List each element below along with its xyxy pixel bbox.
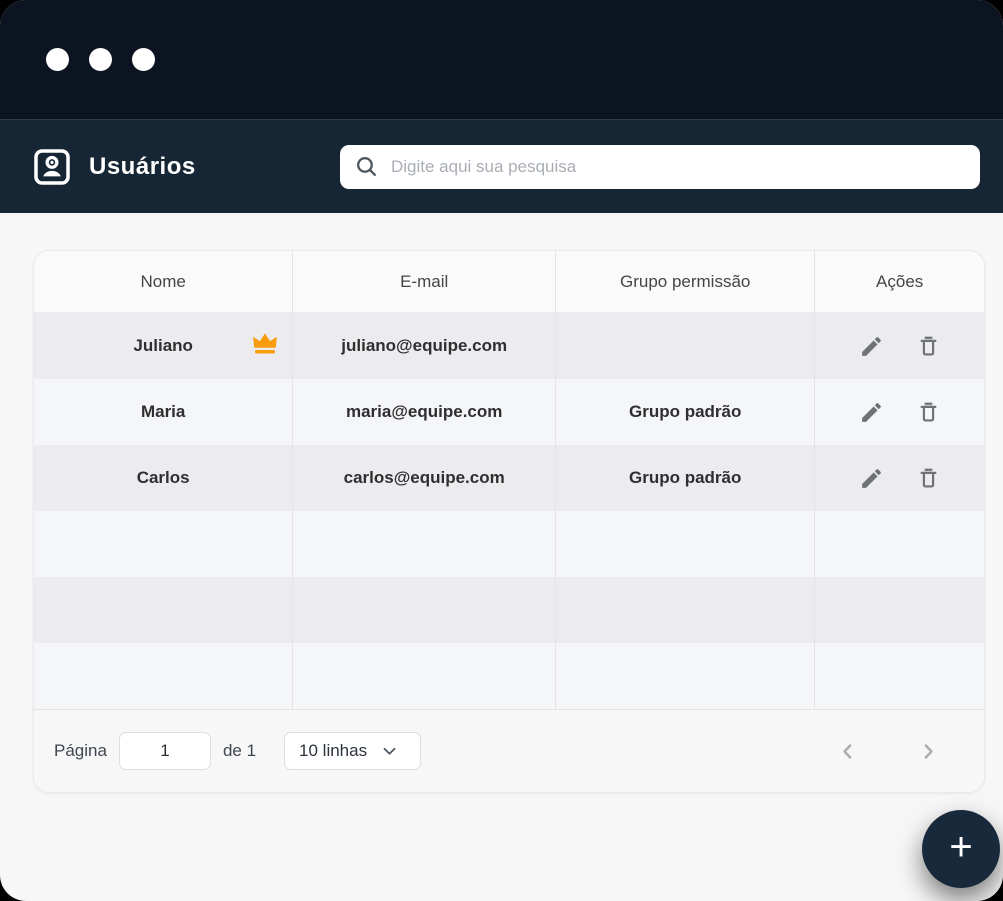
page-title: Usuários — [89, 153, 196, 181]
cell-empty — [815, 511, 984, 577]
cell-empty — [34, 577, 293, 643]
delete-button[interactable] — [916, 334, 941, 359]
cell-empty — [815, 577, 984, 643]
cell-empty — [293, 577, 556, 643]
user-name: Juliano — [133, 336, 193, 356]
table-row-empty — [34, 511, 984, 577]
table-footer: Página de 1 10 linhas — [34, 709, 984, 792]
cell-name: Maria — [34, 379, 293, 445]
cell-email: juliano@equipe.com — [293, 313, 556, 379]
edit-button[interactable] — [859, 466, 884, 491]
table-row: Juliano juliano@equipe.com — [34, 313, 984, 379]
cell-empty — [815, 643, 984, 709]
add-user-button[interactable]: + — [922, 810, 1000, 888]
window-control-dot[interactable] — [46, 48, 69, 71]
cell-name: Carlos — [34, 445, 293, 511]
app-window: Usuários Nome E-mail Grupo permissão Açõ… — [0, 0, 1003, 901]
admin-crown-icon — [251, 332, 279, 361]
rows-per-page-value: 10 linhas — [299, 741, 367, 761]
page-number-input[interactable] — [119, 732, 211, 770]
previous-page-button[interactable] — [836, 739, 859, 764]
cell-email: maria@equipe.com — [293, 379, 556, 445]
chevron-left-icon — [840, 743, 855, 760]
cell-name: Juliano — [34, 313, 293, 379]
search-icon — [354, 154, 379, 179]
cell-group — [556, 313, 815, 379]
table-row: Carlos carlos@equipe.com Grupo padrão — [34, 445, 984, 511]
app-header: Usuários — [0, 119, 1003, 213]
title-group: Usuários — [33, 148, 196, 186]
edit-button[interactable] — [859, 334, 884, 359]
column-header-grupo: Grupo permissão — [556, 251, 815, 313]
user-card-icon — [33, 148, 71, 186]
cell-actions — [815, 313, 984, 379]
window-control-dot[interactable] — [89, 48, 112, 71]
delete-button[interactable] — [916, 466, 941, 491]
cell-empty — [556, 643, 815, 709]
search-box[interactable] — [340, 145, 980, 189]
pager — [836, 739, 940, 764]
column-header-email: E-mail — [293, 251, 556, 313]
cell-group: Grupo padrão — [556, 445, 815, 511]
plus-icon: + — [949, 827, 972, 867]
column-header-nome: Nome — [34, 251, 293, 313]
next-page-button[interactable] — [917, 739, 940, 764]
table-row-empty — [34, 577, 984, 643]
cell-empty — [556, 511, 815, 577]
table-header-row: Nome E-mail Grupo permissão Ações — [34, 251, 984, 313]
delete-button[interactable] — [916, 400, 941, 425]
table-row-empty — [34, 643, 984, 709]
cell-empty — [556, 577, 815, 643]
cell-empty — [293, 643, 556, 709]
cell-group: Grupo padrão — [556, 379, 815, 445]
cell-actions — [815, 445, 984, 511]
cell-actions — [815, 379, 984, 445]
cell-empty — [293, 511, 556, 577]
column-header-acoes: Ações — [815, 251, 984, 313]
page-total-label: de 1 — [223, 741, 256, 761]
cell-empty — [34, 511, 293, 577]
page-label: Página — [54, 741, 107, 761]
chevron-right-icon — [921, 743, 936, 760]
users-table-card: Nome E-mail Grupo permissão Ações Julian… — [33, 250, 985, 793]
cell-email: carlos@equipe.com — [293, 445, 556, 511]
window-control-dot[interactable] — [132, 48, 155, 71]
search-input[interactable] — [391, 157, 966, 177]
rows-per-page-select[interactable]: 10 linhas — [284, 732, 421, 770]
chevron-down-icon — [383, 747, 396, 756]
window-titlebar — [0, 0, 1003, 119]
edit-button[interactable] — [859, 400, 884, 425]
table-row: Maria maria@equipe.com Grupo padrão — [34, 379, 984, 445]
cell-empty — [34, 643, 293, 709]
content-area: Nome E-mail Grupo permissão Ações Julian… — [0, 213, 1003, 901]
